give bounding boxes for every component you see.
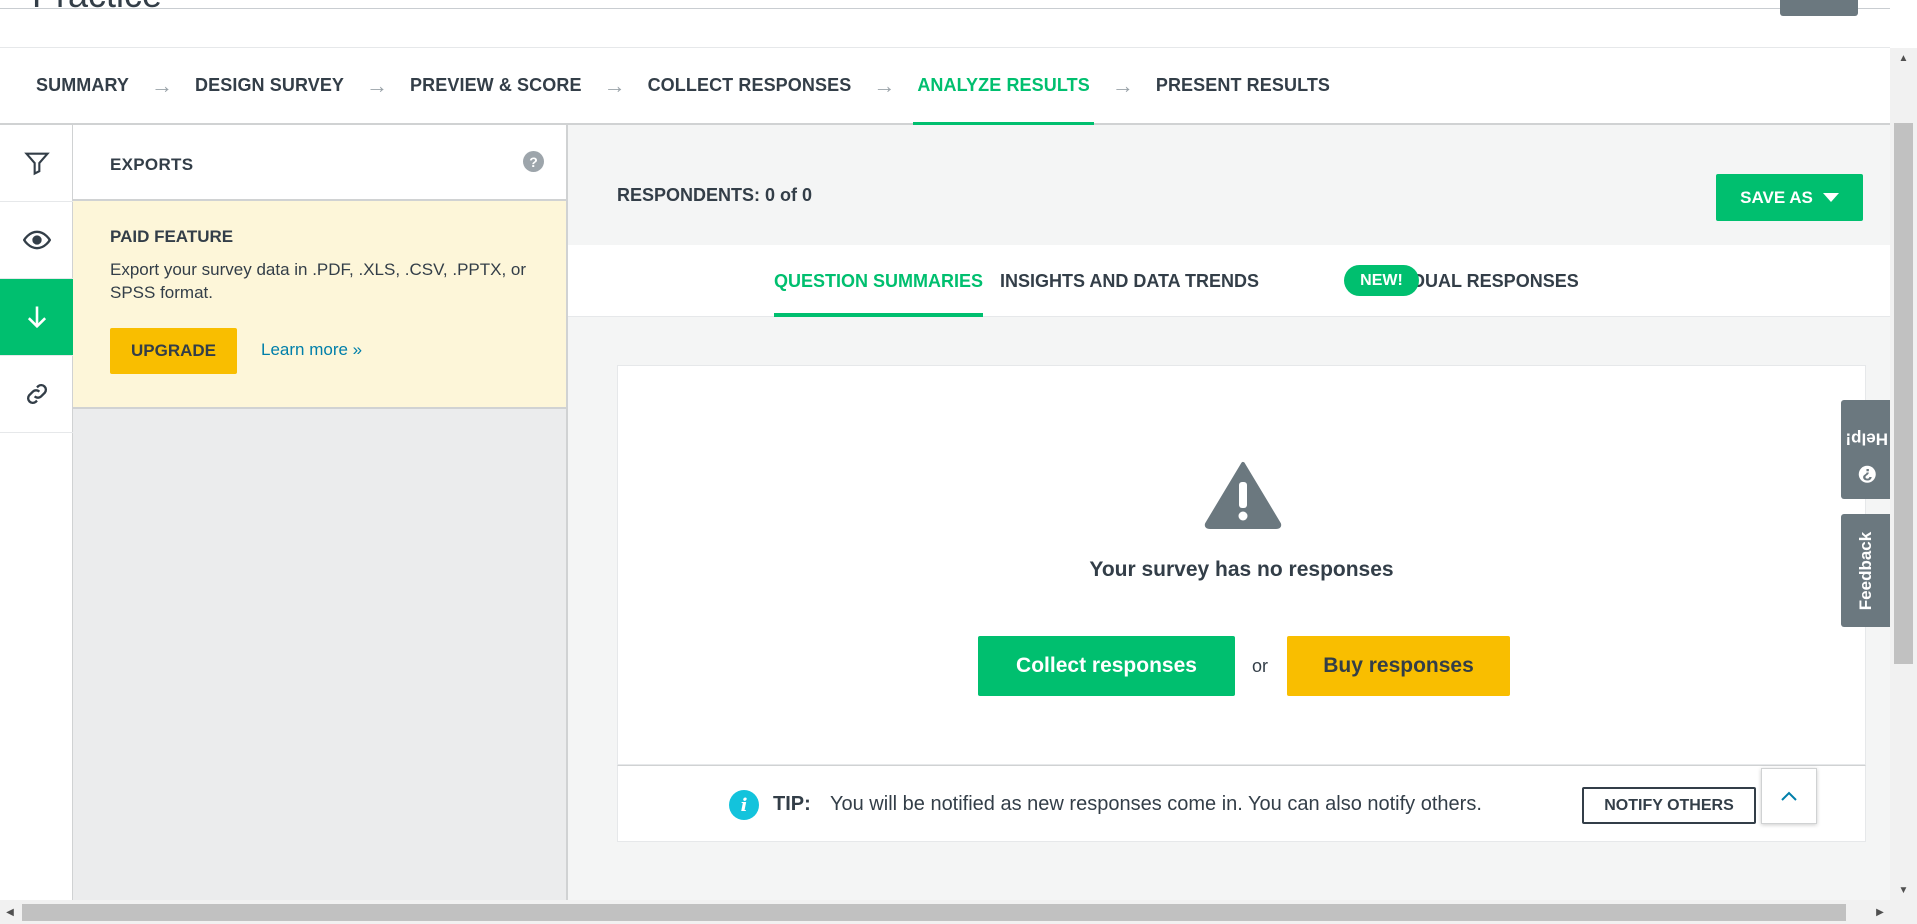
- rail-view[interactable]: [0, 202, 73, 279]
- header-divider: [0, 8, 1890, 9]
- feedback-side-tab[interactable]: Feedback: [1841, 514, 1892, 627]
- tip-text: You will be notified as new responses co…: [830, 793, 1482, 815]
- chevron-up-icon: [1781, 791, 1797, 801]
- exports-panel: EXPORTS ? PAID FEATURE Export your surve…: [73, 125, 568, 900]
- vertical-scrollbar[interactable]: ▲ ▼: [1890, 48, 1917, 900]
- scroll-right-arrow-icon[interactable]: ▶: [1870, 900, 1890, 924]
- save-as-button[interactable]: SAVE AS: [1716, 174, 1863, 221]
- buy-responses-button[interactable]: Buy responses: [1287, 636, 1510, 696]
- filter-icon: [23, 152, 50, 176]
- arrow-right-icon: →: [366, 72, 389, 98]
- header-action-button[interactable]: [1780, 0, 1858, 16]
- results-main: RESPONDENTS: 0 of 0 SAVE AS QUESTION SUM…: [568, 125, 1890, 900]
- caret-down-icon: [1822, 193, 1839, 202]
- eye-icon: [22, 230, 51, 250]
- rail-share-link[interactable]: [0, 356, 73, 433]
- results-tabs: QUESTION SUMMARIES INSIGHTS AND DATA TRE…: [568, 245, 1890, 317]
- scroll-down-arrow-icon[interactable]: ▼: [1890, 880, 1917, 900]
- upgrade-button[interactable]: UPGRADE: [110, 328, 237, 374]
- workflow-steps: SUMMARY → DESIGN SURVEY → PREVIEW & SCOR…: [0, 47, 1890, 126]
- step-preview-score[interactable]: PREVIEW & SCORE: [410, 47, 582, 124]
- help-side-tab[interactable]: ? Help!: [1841, 400, 1892, 499]
- rail-filter[interactable]: [0, 125, 73, 202]
- empty-state-card: Your survey has no responses Collect res…: [617, 365, 1866, 765]
- collect-responses-button[interactable]: Collect responses: [978, 636, 1235, 696]
- tip-bar: i TIP: You will be notified as new respo…: [617, 765, 1866, 842]
- horizontal-scroll-thumb[interactable]: [22, 904, 1846, 921]
- rail-exports[interactable]: [0, 279, 73, 356]
- tab-insights-data-trends[interactable]: INSIGHTS AND DATA TRENDS: [1000, 245, 1259, 317]
- respondents-count: RESPONDENTS: 0 of 0: [617, 185, 813, 205]
- step-design-survey[interactable]: DESIGN SURVEY: [195, 47, 344, 124]
- scroll-left-arrow-icon[interactable]: ◀: [0, 900, 20, 924]
- scroll-up-arrow-icon[interactable]: ▲: [1890, 48, 1917, 68]
- tip-label: TIP:: [773, 793, 811, 815]
- vertical-scroll-thumb[interactable]: [1894, 123, 1913, 664]
- paid-feature-title: PAID FEATURE: [110, 227, 234, 246]
- step-summary[interactable]: SUMMARY: [36, 47, 129, 124]
- no-responses-message: Your survey has no responses: [1089, 558, 1394, 581]
- arrow-right-icon: →: [151, 72, 174, 98]
- tool-rail: [0, 125, 73, 900]
- help-circle-icon: ?: [1858, 465, 1875, 484]
- exports-title: EXPORTS: [110, 155, 194, 174]
- link-icon: [26, 383, 47, 405]
- exports-header: EXPORTS ?: [73, 125, 566, 201]
- paid-feature-box: PAID FEATURE Export your survey data in …: [73, 201, 566, 409]
- page-title: Practice: [32, 0, 162, 16]
- arrow-right-icon: →: [603, 72, 626, 98]
- step-analyze-results[interactable]: ANALYZE RESULTS: [913, 47, 1094, 126]
- step-present-results[interactable]: PRESENT RESULTS: [1156, 47, 1330, 124]
- horizontal-scrollbar[interactable]: ◀ ▶: [0, 900, 1917, 924]
- help-tab-label: Help!: [1845, 429, 1888, 448]
- step-collect-responses[interactable]: COLLECT RESPONSES: [648, 47, 852, 124]
- arrow-right-icon: →: [873, 72, 896, 98]
- paid-feature-description: Export your survey data in .PDF, .XLS, .…: [110, 260, 527, 302]
- or-separator: or: [1252, 656, 1269, 676]
- scroll-to-top-button[interactable]: [1761, 768, 1817, 824]
- learn-more-link[interactable]: Learn more »: [261, 340, 362, 360]
- new-badge: NEW!: [1344, 265, 1419, 296]
- page-header: Practice: [0, 0, 1890, 48]
- warning-icon: [1204, 462, 1282, 529]
- save-as-label: SAVE AS: [1740, 187, 1813, 207]
- feedback-tab-label: Feedback: [1856, 531, 1876, 610]
- notify-others-button[interactable]: NOTIFY OTHERS: [1582, 787, 1756, 824]
- arrow-right-icon: →: [1111, 72, 1134, 98]
- download-icon: [27, 306, 46, 329]
- tab-question-summaries[interactable]: QUESTION SUMMARIES: [774, 245, 984, 317]
- info-icon: i: [729, 790, 759, 820]
- help-question-icon[interactable]: ?: [523, 151, 544, 172]
